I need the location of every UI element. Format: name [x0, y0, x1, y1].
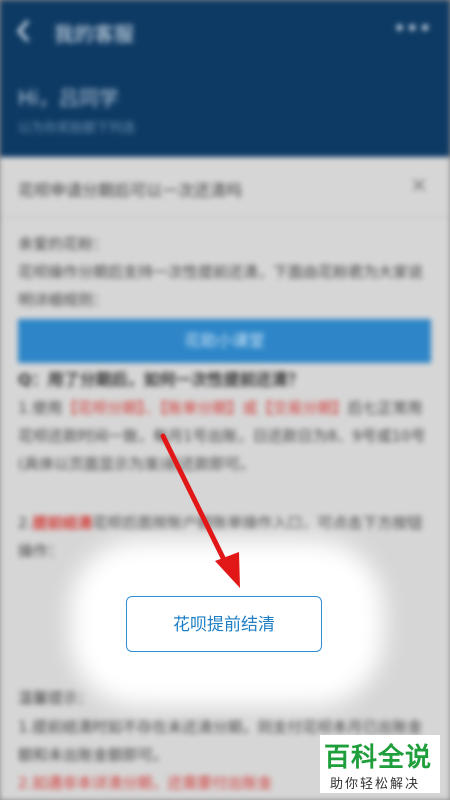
greeting-text: Hi，吕同学 [18, 86, 119, 110]
greeting-subtitle: 以为你奖励额下列选 [18, 121, 136, 136]
answer-2-highlight: 提前结清 [32, 514, 93, 532]
chevron-left-icon[interactable] [14, 16, 40, 46]
tips-heading: 温馨提示： [18, 689, 94, 707]
answer-2-prefix: 2. [18, 514, 33, 532]
watermark-logo: 百科全说 助你轻松解决 [320, 735, 440, 793]
classroom-banner[interactable]: 花助小课堂 [18, 319, 431, 363]
blurred-background: 我的客服 ••• Hi，吕同学 以为你奖励额下列选 花呗申请分期后可以一次还清吗… [0, 0, 450, 800]
answer-paragraph-1: 1.使用【花呗分期】、【账单分期】或【交易分期】后七正常用花呗还款时间一致，每月… [18, 394, 432, 478]
nav-title: 我的客服 [54, 22, 134, 46]
intro-text: 亲爱的花粉： 花呗操作分期后支持一次性提前还清，下面由花粉君为大家说明详细规则： [18, 235, 424, 309]
watermark-title: 百科全说 [324, 743, 433, 773]
divider [0, 217, 450, 218]
close-icon[interactable]: × [410, 173, 428, 198]
question-heading: Q：用了分期后，如何一次性提前还清？ [18, 370, 304, 389]
faq-sheet: 花呗申请分期后可以一次还清吗 × 亲爱的花粉： 花呗操作分期后支持一次性提前还清… [0, 157, 450, 800]
answer-1-highlight: 【花呗分期】、【账单分期】或【交易分期】 [62, 399, 348, 417]
early-payoff-button[interactable]: 花呗提前结清 [126, 596, 322, 652]
answer-1-prefix: 1.使用 [18, 399, 63, 417]
app-header: 我的客服 ••• Hi，吕同学 以为你奖励额下列选 [0, 0, 450, 157]
answer-paragraph-2: 2.提前结清花呗后面按账户额账单操作入口，可点击下方按钮操作： [18, 509, 432, 565]
watermark-subtitle: 助你轻松解决 [330, 777, 421, 792]
sheet-title: 花呗申请分期后可以一次还清吗 [18, 181, 243, 200]
more-dots-icon[interactable]: ••• [394, 16, 432, 40]
